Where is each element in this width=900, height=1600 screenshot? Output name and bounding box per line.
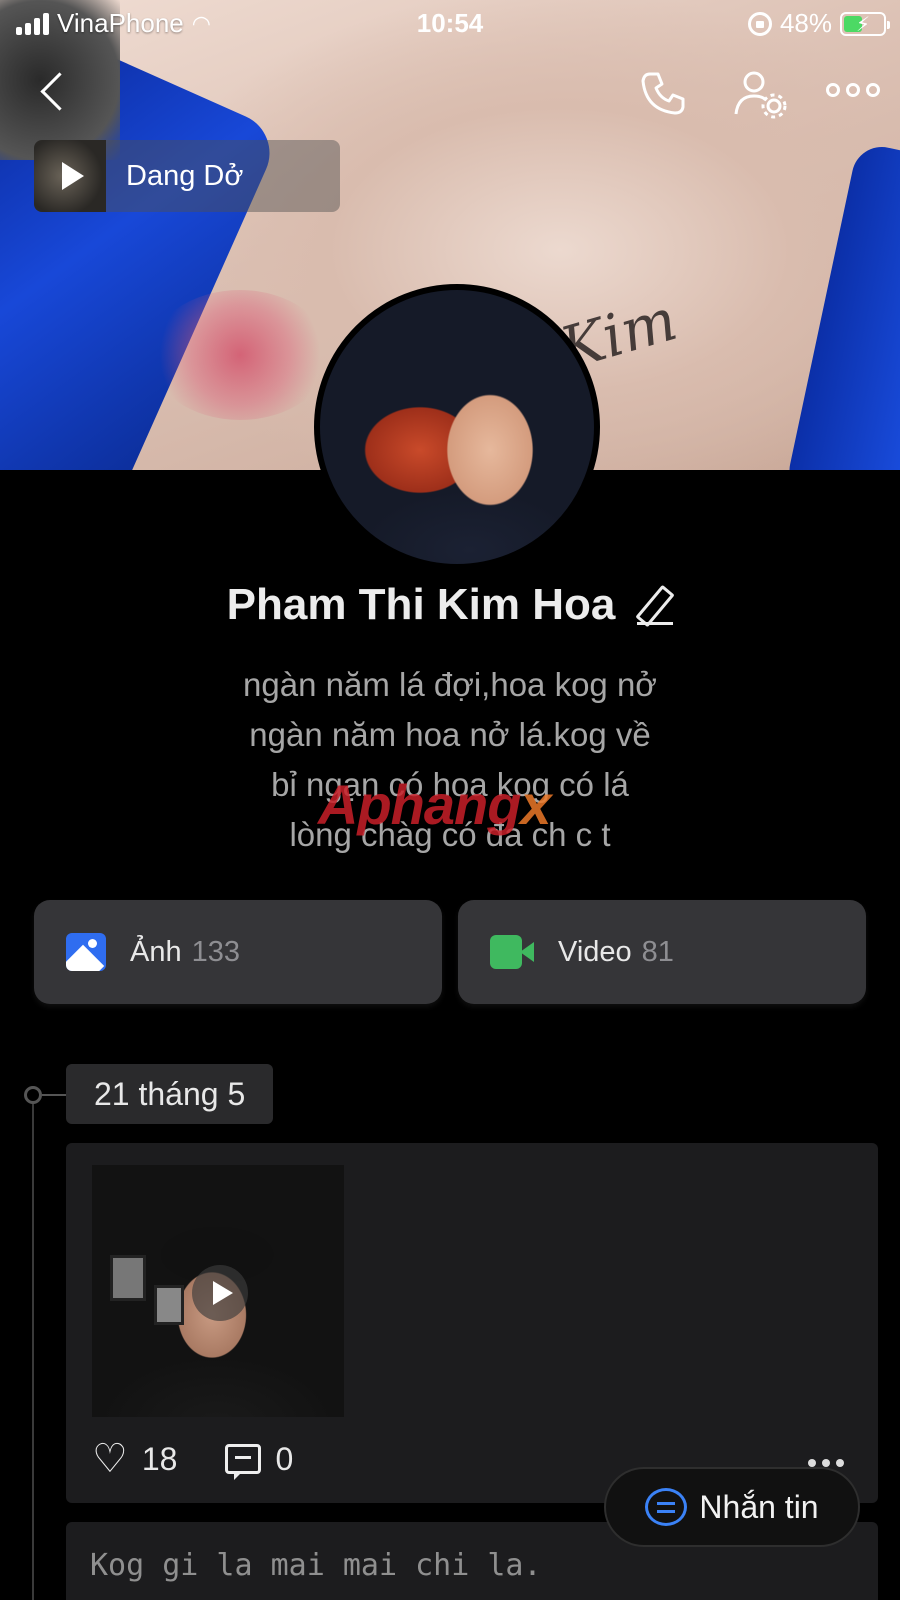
photos-count: 133 <box>191 935 240 968</box>
bio-line: ngàn năm lá đợi,hoa kog nở <box>243 666 657 703</box>
like-heart-icon[interactable]: ♡ <box>92 1439 128 1479</box>
post-text: Kog gi la mai mai chi la. <box>90 1548 542 1583</box>
battery-percent: 48% <box>779 8 832 38</box>
orientation-lock-icon <box>747 11 772 36</box>
phone-icon[interactable] <box>638 68 688 118</box>
photos-button[interactable]: Ảnh 133 <box>34 900 442 1004</box>
battery-charging-icon: ⚡ <box>840 11 890 36</box>
profile-name-row: Pham Thi Kim Hoa <box>0 580 900 630</box>
videos-count: 81 <box>641 935 674 968</box>
play-icon[interactable] <box>34 140 106 212</box>
like-count: 18 <box>141 1440 178 1477</box>
profile-music-widget[interactable]: Dang Dở <box>34 140 340 212</box>
user-settings-icon[interactable] <box>732 68 788 120</box>
cover-fabric-right <box>783 141 900 470</box>
watermark-x: x <box>520 773 551 836</box>
post-actions: ♡ 18 0 <box>92 1439 294 1480</box>
watermark: Aphangx <box>318 772 552 837</box>
timeline-date: 21 tháng 5 <box>66 1064 274 1124</box>
song-title: Dang Dở <box>126 159 244 192</box>
comment-count: 0 <box>275 1440 294 1477</box>
comment-icon[interactable] <box>225 1444 262 1480</box>
edit-pencil-icon[interactable] <box>637 585 674 625</box>
back-icon[interactable] <box>34 72 74 112</box>
status-bar: VinaPhone ◠ 10:54 48% ⚡ <box>0 0 900 46</box>
wall-frame <box>154 1285 184 1325</box>
timeline-dot <box>24 1086 42 1104</box>
profile-name: Pham Thi Kim Hoa <box>226 580 616 629</box>
cover-flower-tattoo <box>150 290 330 420</box>
timeline-post: ♡ 18 0 <box>66 1143 878 1503</box>
video-icon <box>490 935 534 969</box>
play-icon[interactable] <box>192 1265 248 1321</box>
post-more-icon[interactable] <box>808 1459 844 1467</box>
charging-bolt-icon: ⚡ <box>856 13 871 36</box>
videos-button[interactable]: Video 81 <box>458 900 866 1004</box>
timeline-line <box>32 1095 34 1600</box>
photo-icon <box>66 933 106 971</box>
chat-icon <box>645 1488 688 1526</box>
video-thumbnail[interactable] <box>92 1165 344 1417</box>
more-icon[interactable] <box>826 80 882 100</box>
wall-frame <box>110 1255 146 1301</box>
watermark-text: Aphang <box>318 773 521 836</box>
message-button[interactable]: Nhắn tin <box>604 1467 860 1547</box>
timeline-connector <box>42 1094 66 1096</box>
videos-label: Video <box>558 935 632 968</box>
avatar[interactable] <box>314 284 600 570</box>
bio-line: ngàn năm hoa nở lá.kog về <box>249 716 651 753</box>
media-cards: Ảnh 133 Video 81 <box>34 900 866 1004</box>
photos-label: Ảnh <box>130 935 182 968</box>
message-button-label: Nhắn tin <box>699 1488 819 1525</box>
